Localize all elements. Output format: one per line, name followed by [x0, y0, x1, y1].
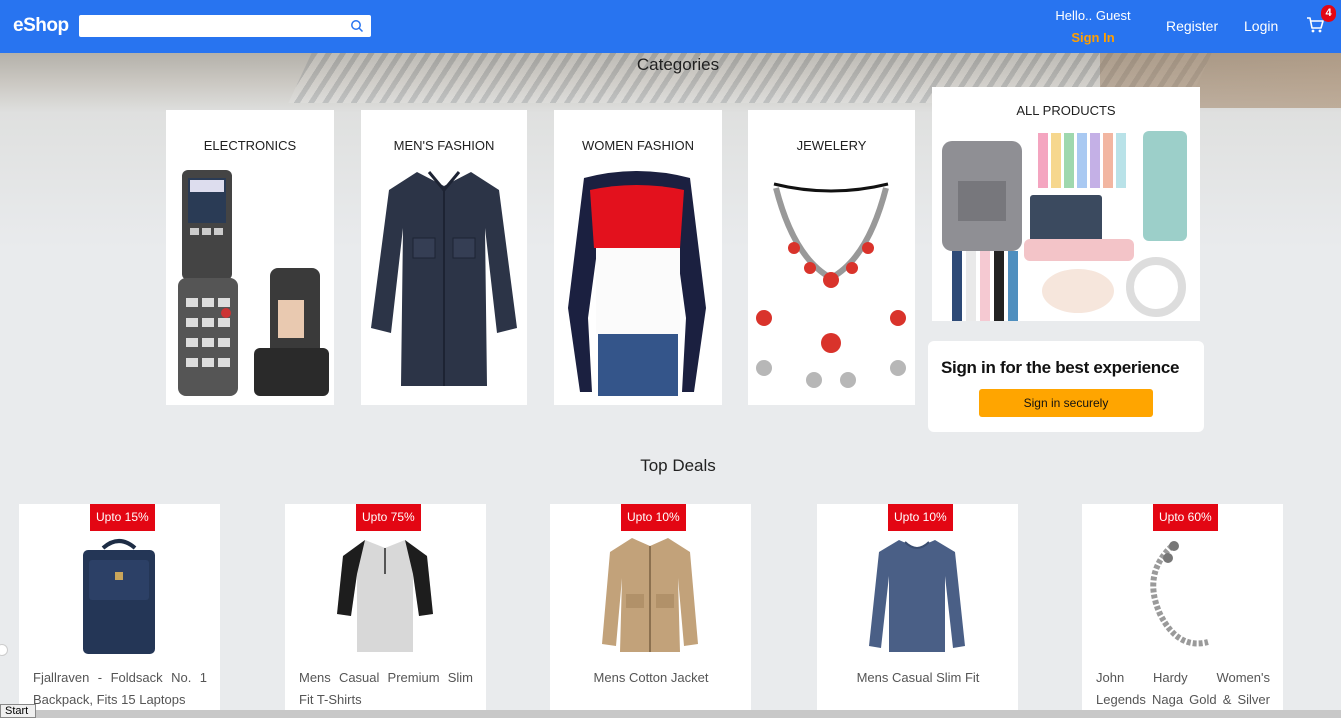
deal-product-name: Mens Cotton Jacket [593, 670, 709, 685]
long-sleeve-shirt-image [869, 540, 965, 652]
deal-card-slim-fit[interactable]: Upto 10% Mens Casual Slim Fit [817, 504, 1018, 718]
backpack-image [83, 539, 155, 654]
register-link[interactable]: Register [1166, 18, 1218, 34]
deal-card-backpack[interactable]: Upto 15% Fjallraven - Foldsack No. 1 Bac… [19, 504, 220, 718]
deal-product-name: Mens Casual Premium Slim Fit T-Shirts [299, 670, 473, 707]
cart-count-badge: 4 [1321, 5, 1336, 22]
carousel-left-handle[interactable] [0, 644, 8, 656]
discount-badge: Upto 10% [888, 504, 953, 531]
category-card-all-products[interactable]: ALL PRODUCTS [932, 87, 1200, 321]
women-top-image [568, 171, 706, 396]
discount-badge: Upto 15% [90, 504, 155, 531]
logo[interactable]: eShop [13, 15, 69, 37]
sign-in-link[interactable]: Sign In [1045, 30, 1141, 45]
discount-badge: Upto 60% [1153, 504, 1218, 531]
login-link[interactable]: Login [1244, 18, 1278, 34]
search-icon[interactable] [350, 19, 364, 33]
necklace-image [756, 182, 906, 388]
search-bar[interactable] [79, 15, 371, 37]
start-button[interactable]: Start [0, 704, 36, 718]
deal-card-tshirt[interactable]: Upto 75% Mens Casual Premium Slim Fit T-… [285, 504, 486, 718]
category-label: WOMEN FASHION [582, 138, 694, 153]
bracelet-image [1150, 541, 1209, 647]
greeting-text: Hello.. Guest [1055, 8, 1131, 23]
tshirt-image [337, 540, 433, 652]
search-input[interactable] [79, 15, 339, 37]
signin-promo-text: Sign in for the best experience [941, 358, 1180, 377]
discount-badge: Upto 10% [621, 504, 686, 531]
discount-badge: Upto 75% [356, 504, 421, 531]
category-card-jewelery[interactable]: JEWELERY [748, 110, 915, 405]
categories-heading: Categories [636, 55, 720, 74]
category-card-women-fashion[interactable]: WOMEN FASHION [554, 110, 722, 405]
flip-phone-image [178, 170, 329, 396]
deal-product-name: Mens Casual Slim Fit [856, 670, 980, 685]
category-label: MEN'S FASHION [393, 138, 495, 153]
category-card-mens-fashion[interactable]: MEN'S FASHION [361, 110, 527, 405]
deal-card-bracelet[interactable]: Upto 60% John Hardy Women's Legends Naga… [1082, 504, 1283, 718]
category-label: ELECTRONICS [203, 138, 297, 153]
sign-in-securely-button[interactable]: Sign in securely [979, 389, 1153, 417]
denim-shirt-image [371, 171, 517, 386]
signin-promo-card: Sign in for the best experience Sign in … [928, 341, 1204, 432]
jacket-image [602, 538, 698, 652]
category-card-electronics[interactable]: ELECTRONICS [166, 110, 334, 405]
deal-product-name: Fjallraven - Foldsack No. 1 Backpack, Fi… [33, 670, 207, 707]
top-deals-heading: Top Deals [640, 456, 716, 475]
horizontal-scrollbar[interactable] [36, 710, 1341, 718]
category-label: JEWELERY [796, 138, 867, 153]
deal-card-jacket[interactable]: Upto 10% Mens Cotton Jacket [550, 504, 751, 718]
top-navbar: eShop Hello.. Guest Sign In Register Log… [0, 0, 1341, 53]
category-label: ALL PRODUCTS [1016, 103, 1116, 118]
all-products-collage-image [942, 131, 1187, 321]
